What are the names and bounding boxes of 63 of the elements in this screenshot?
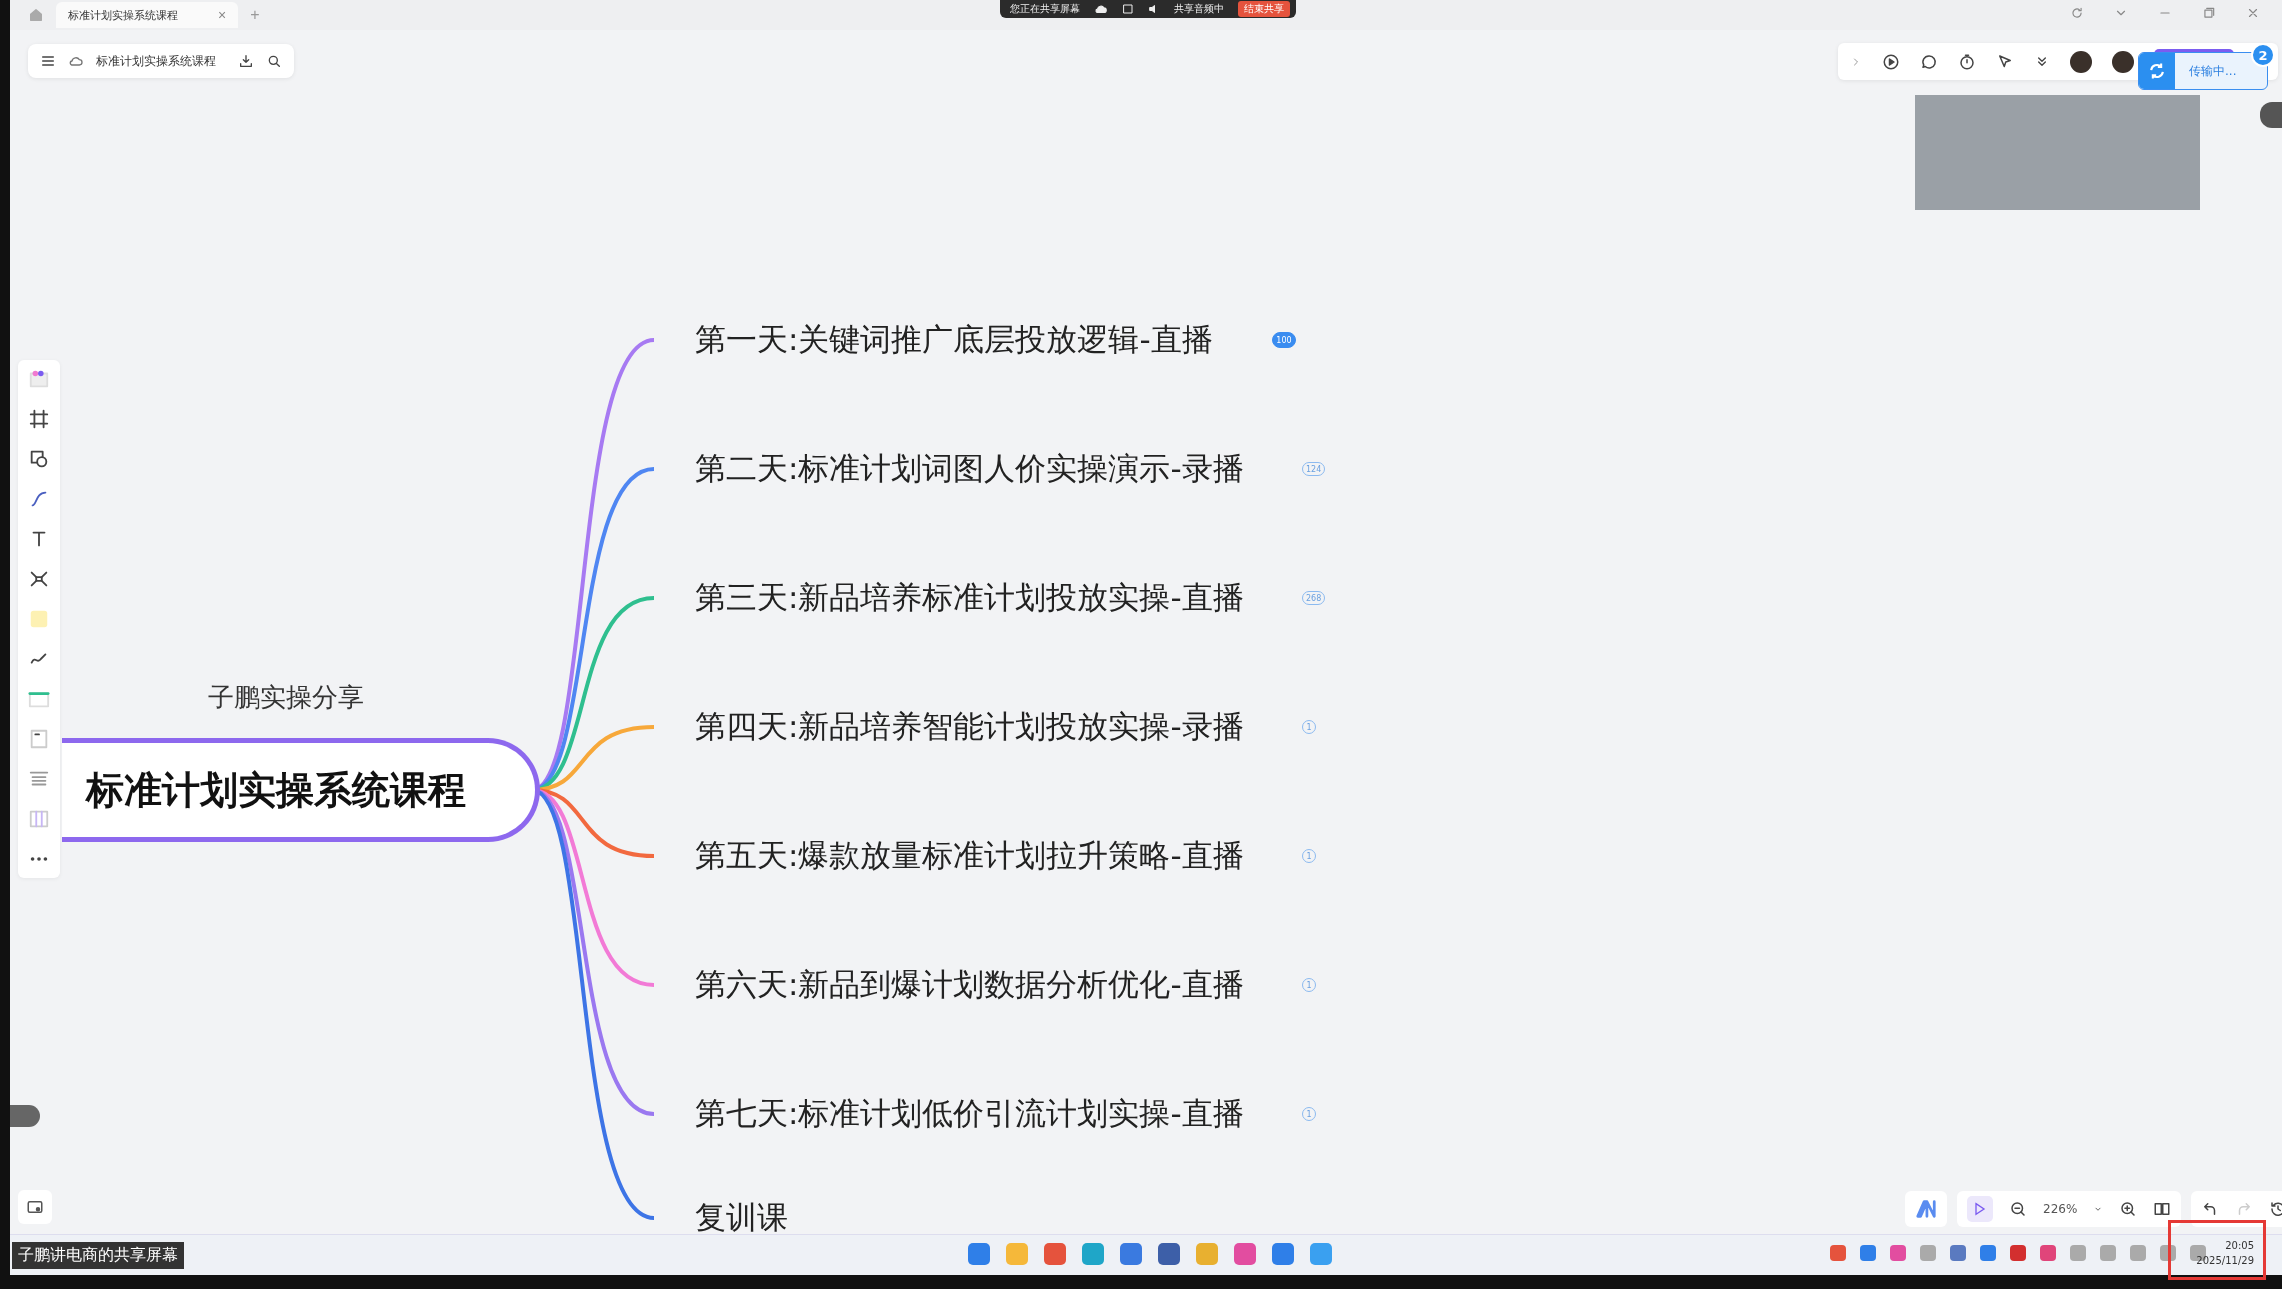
refresh-icon[interactable] bbox=[2070, 6, 2084, 20]
user-avatar[interactable] bbox=[2070, 50, 2092, 73]
play-icon[interactable] bbox=[1882, 52, 1900, 71]
minimap-icon bbox=[26, 1198, 44, 1216]
document-icon[interactable] bbox=[28, 728, 50, 750]
home-icon[interactable] bbox=[28, 7, 44, 23]
shape-icon[interactable] bbox=[28, 448, 50, 470]
template-icon[interactable] bbox=[28, 368, 50, 390]
branch-node[interactable]: 第七天:标准计划低价引流计划实操-直播 bbox=[695, 1093, 1244, 1135]
timer-icon[interactable] bbox=[1958, 52, 1976, 71]
expand-panel-button[interactable] bbox=[10, 1105, 40, 1127]
ai-logo-icon[interactable] bbox=[1915, 1198, 1937, 1220]
app-icon[interactable] bbox=[1082, 1243, 1104, 1265]
branch-node[interactable]: 第三天:新品培养标准计划投放实操-直播 bbox=[695, 577, 1244, 619]
app-icon[interactable] bbox=[1120, 1243, 1142, 1265]
presenter-label: 子鹏讲电商的共享屏幕 bbox=[12, 1242, 184, 1269]
search-icon[interactable] bbox=[266, 53, 282, 69]
app-icon[interactable] bbox=[1158, 1243, 1180, 1265]
upload-status: 传输中... bbox=[2189, 62, 2237, 80]
branch-node[interactable]: 第六天:新品到爆计划数据分析优化-直播 bbox=[695, 964, 1244, 1006]
tray-icon[interactable] bbox=[1830, 1245, 1846, 1261]
whiteboard-icon[interactable] bbox=[1122, 3, 1134, 15]
app-icon[interactable] bbox=[1310, 1243, 1332, 1265]
zoom-out-icon[interactable] bbox=[2009, 1200, 2027, 1218]
download-icon[interactable] bbox=[238, 53, 254, 69]
root-node[interactable]: 标准计划实操系统课程 bbox=[62, 738, 540, 842]
branch-node[interactable]: 第二天:标准计划词图人价实操演示-录播 bbox=[695, 448, 1244, 490]
close-icon[interactable] bbox=[2246, 6, 2260, 20]
tray-icon[interactable] bbox=[1980, 1245, 1996, 1261]
stop-sharing-button[interactable]: 结束共享 bbox=[1238, 1, 1290, 17]
branch-node[interactable]: 第五天:爆款放量标准计划拉升策略-直播 bbox=[695, 835, 1244, 877]
user-avatar[interactable] bbox=[2112, 50, 2134, 73]
branch-node[interactable]: 第四天:新品培养智能计划投放实操-录播 bbox=[695, 706, 1244, 748]
collapse-panel-button[interactable] bbox=[2260, 102, 2282, 128]
tray-icon[interactable] bbox=[1950, 1245, 1966, 1261]
app-icon[interactable] bbox=[1234, 1243, 1256, 1265]
branch-node[interactable]: 第一天:关键词推广底层投放逻辑-直播 bbox=[695, 319, 1213, 361]
audio-share-status: 共享音频中 bbox=[1174, 2, 1224, 16]
root-label: 子鹏实操分享 bbox=[208, 681, 364, 714]
frame-icon[interactable] bbox=[28, 408, 50, 430]
document-title: 标准计划实操系统课程 bbox=[96, 52, 216, 70]
menu-icon[interactable] bbox=[40, 53, 56, 69]
restore-icon[interactable] bbox=[2202, 6, 2216, 20]
system-clock[interactable]: 20:05 2025/11/29 bbox=[2196, 1238, 2254, 1268]
tray-icon[interactable] bbox=[2010, 1245, 2026, 1261]
zoom-in-icon[interactable] bbox=[2119, 1200, 2138, 1218]
comment-icon[interactable] bbox=[1920, 52, 1938, 71]
app-icon[interactable] bbox=[968, 1243, 990, 1265]
minimap-button[interactable] bbox=[18, 1190, 52, 1224]
branch-node[interactable]: 复训课 bbox=[695, 1197, 788, 1234]
app-icon[interactable] bbox=[1044, 1243, 1066, 1265]
book-icon[interactable] bbox=[2153, 1200, 2172, 1218]
zoom-level[interactable]: 226% bbox=[2043, 1202, 2078, 1216]
close-tab-button[interactable]: × bbox=[218, 7, 227, 23]
select-tool-button[interactable] bbox=[1967, 1196, 1993, 1222]
app-icon[interactable] bbox=[1272, 1243, 1294, 1265]
document-tab[interactable]: 标准计划实操系统课程 × bbox=[56, 2, 239, 28]
tray-icon[interactable] bbox=[2040, 1245, 2056, 1261]
history-icon[interactable] bbox=[2269, 1200, 2282, 1218]
share-status: 您正在共享屏幕 bbox=[1010, 2, 1080, 16]
tray-icon[interactable] bbox=[1890, 1245, 1906, 1261]
kanban-icon[interactable] bbox=[28, 808, 50, 830]
tray-icon[interactable] bbox=[1860, 1245, 1876, 1261]
